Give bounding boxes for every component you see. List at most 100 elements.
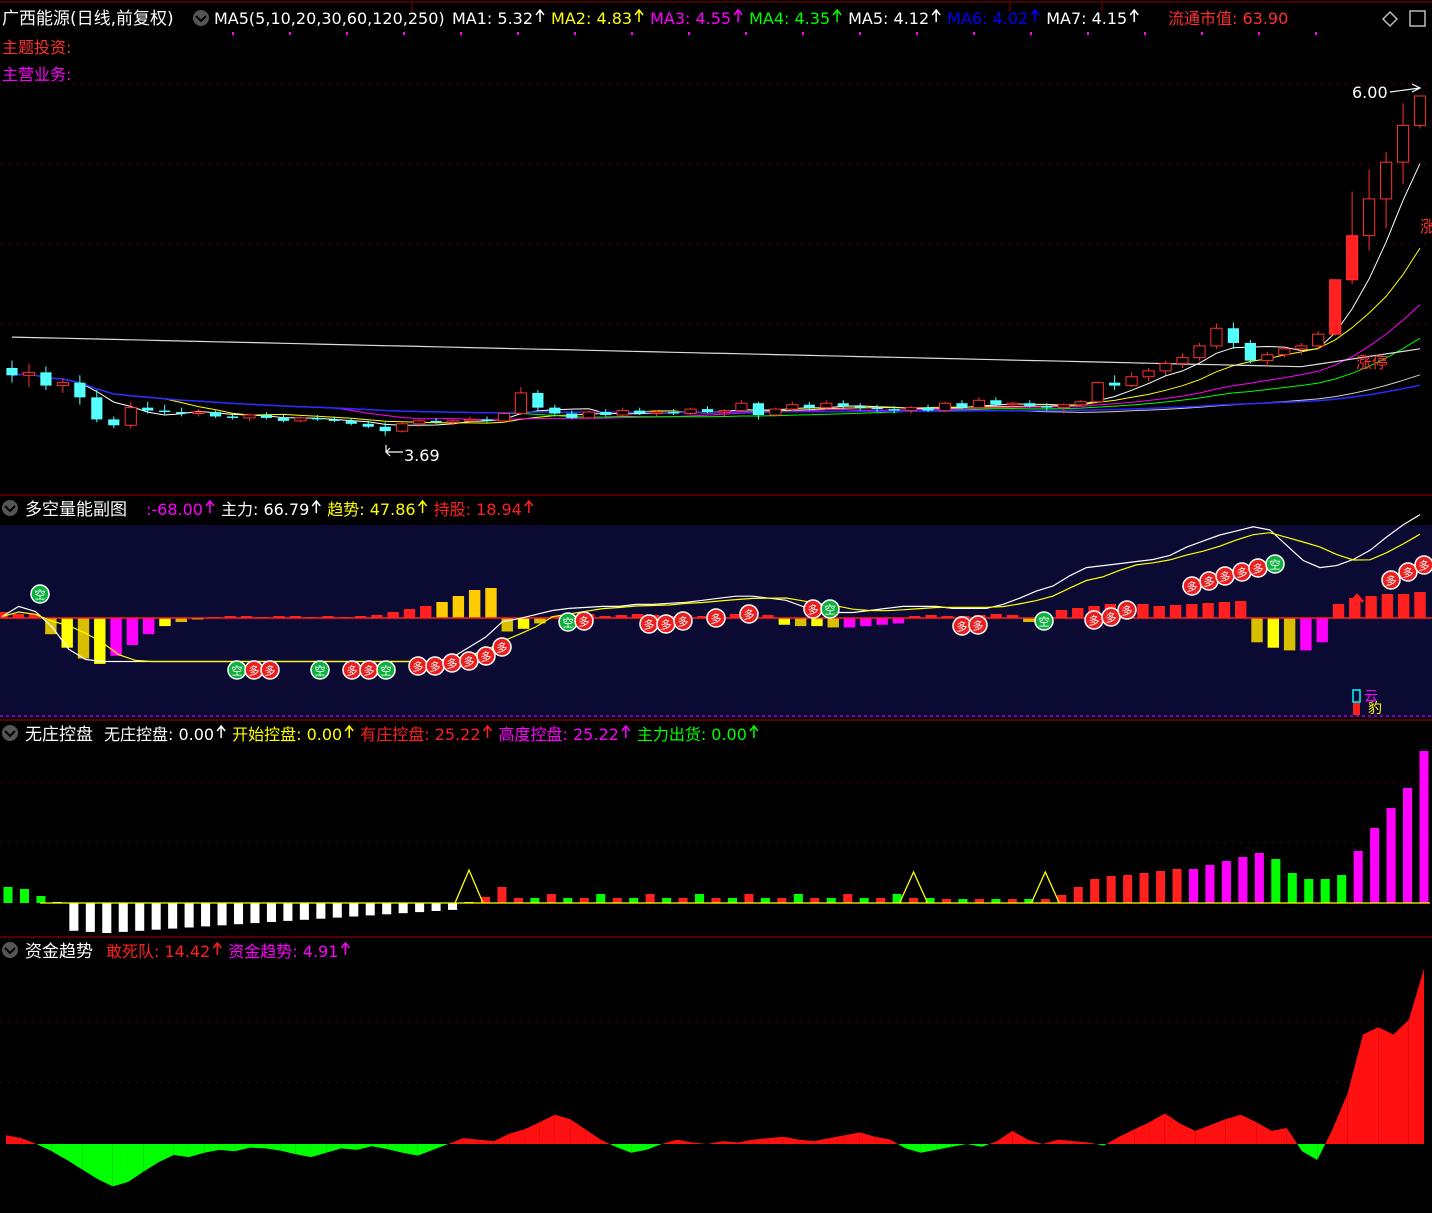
pane3-bar (19, 889, 29, 903)
header-dot (232, 32, 234, 35)
candle-body-up (1312, 333, 1325, 347)
pane2-hist-bar-pos (420, 606, 432, 618)
pane3-bar-neg (135, 903, 145, 931)
bubble-kong-text: 空 (315, 664, 326, 678)
pane4-area-pos (1393, 1019, 1409, 1144)
pane3-bar-neg (233, 903, 244, 925)
header-dot (346, 32, 348, 35)
pane3-bar (760, 898, 770, 903)
candle-body-up (1091, 382, 1104, 403)
bubble-duo-text: 多 (1089, 614, 1100, 628)
bubble-duo-text: 多 (1204, 575, 1215, 589)
pane2-hist-bar-pos (468, 590, 481, 618)
pane3-bar (695, 894, 705, 903)
pane2-hist-bar-pos (1137, 604, 1149, 618)
candle-body-up (1278, 348, 1291, 356)
candle-body-up (1396, 124, 1410, 163)
ma-settings-icon[interactable] (193, 10, 209, 26)
ma-value-2: MA3: 4.55 (650, 9, 731, 28)
candle-body-up (1413, 95, 1427, 126)
limit-up-label: 涨停 (1356, 353, 1388, 372)
candle-body-down (566, 413, 578, 418)
pane4-chevron-icon[interactable] (2, 942, 18, 958)
pane2-hist-bar-neg (1251, 618, 1263, 643)
pane3-bar-neg (217, 903, 227, 926)
ma-value-5: MA6: 4.02 (947, 9, 1028, 28)
pane3-chevron-icon[interactable] (2, 725, 18, 741)
pane3-value-3: 高度控盘: 25.22 (499, 725, 619, 744)
pane3-bar (36, 896, 46, 903)
bubble-duo-text: 多 (364, 664, 375, 678)
pane2-hist-bar-neg (811, 618, 823, 627)
pane4-area-neg (97, 1144, 113, 1187)
bubble-duo-text: 多 (497, 641, 508, 655)
pane4-area-pos (554, 1114, 571, 1144)
candle-body-up (243, 414, 256, 419)
bubble-kong-text: 空 (232, 664, 243, 678)
header-dot (631, 32, 633, 35)
candle-body-up (1142, 370, 1155, 378)
candle-body-up (22, 371, 36, 376)
pane3-bar (513, 898, 523, 903)
candle-body-up (904, 407, 918, 412)
candle-body-up (735, 402, 748, 412)
pane3-bar (1205, 865, 1215, 903)
pane2-hist-bar-neg (1316, 618, 1328, 643)
pane3-bar (1287, 873, 1297, 903)
pane2-chevron-icon[interactable] (2, 500, 18, 516)
candle-body-down (379, 426, 391, 432)
pane4-values: 敢死队: 14.42 资金趋势: 4.91 (106, 941, 350, 961)
pane3-bar-neg (316, 903, 326, 919)
header-dot (574, 32, 576, 35)
pane3-bar (530, 898, 540, 903)
ma-value-4: MA5: 4.12 (848, 9, 929, 28)
header-dot (688, 32, 690, 35)
pane3-bar (727, 898, 737, 903)
candle-body-up (1193, 345, 1206, 359)
candle-body-down (752, 403, 765, 415)
candle-body-down (209, 412, 222, 417)
pane3-bar (629, 898, 639, 903)
ma-value-3: MA4: 4.35 (749, 9, 830, 28)
pane2-hist-bar-neg (860, 618, 872, 627)
header-dot (289, 32, 291, 35)
pane2-hist-bar-neg (1283, 618, 1296, 651)
candle-body-down (701, 409, 714, 413)
bubble-duo-text: 多 (1386, 574, 1397, 588)
bubble-duo-text: 多 (1187, 580, 1198, 594)
pane2-hist-bar-neg (61, 618, 73, 648)
ma-value-6: MA7: 4.15 (1046, 9, 1127, 28)
candle-body-down (854, 406, 866, 408)
bubble-duo-text: 多 (1253, 562, 1264, 576)
candle-body-up (718, 410, 731, 413)
pane3-bar-neg (382, 903, 392, 915)
pane-duokong: 多空量能副图 :-68.00 主力: 66.79 趋势: 47.86 持股: 18.9… (0, 494, 1432, 718)
candle-body-down (667, 412, 680, 414)
header-dot (403, 32, 405, 35)
pane2-hist-bar-pos (1414, 592, 1426, 618)
bubble-duo-text: 多 (1237, 566, 1248, 580)
candle-body-down (176, 412, 188, 414)
candle-body-up (124, 407, 137, 426)
ma-value-0: MA1: 5.32 (452, 9, 533, 28)
candle-body-down (634, 410, 646, 414)
candle-body-down (888, 409, 900, 411)
pane3-bar-neg (151, 903, 161, 930)
candle-body-down (108, 419, 120, 426)
bubble-kong-text: 空 (563, 616, 574, 630)
pane4-area-neg (173, 1144, 189, 1158)
stock-chart-canvas: 广西能源(日线,前复权) MA5(5,10,20,30,60,120,250) … (0, 0, 1432, 1213)
bubble-duo-text: 多 (481, 650, 492, 664)
header-dot (1087, 32, 1089, 35)
candle-body-down (277, 417, 290, 421)
pane2-hist-bar-pos (1235, 601, 1247, 618)
pane3-bar-neg (415, 903, 425, 913)
header-dot (916, 32, 918, 35)
candle-body-up (446, 420, 460, 423)
pane2-hist-bar-pos (1202, 603, 1214, 618)
high-price-label: 6.00 (1352, 83, 1388, 102)
bubble-kong-text: 空 (381, 664, 392, 678)
pane4-area-neg (112, 1144, 128, 1187)
candle-body-up (1159, 363, 1172, 372)
pane2-hist-bar-neg (892, 618, 905, 624)
